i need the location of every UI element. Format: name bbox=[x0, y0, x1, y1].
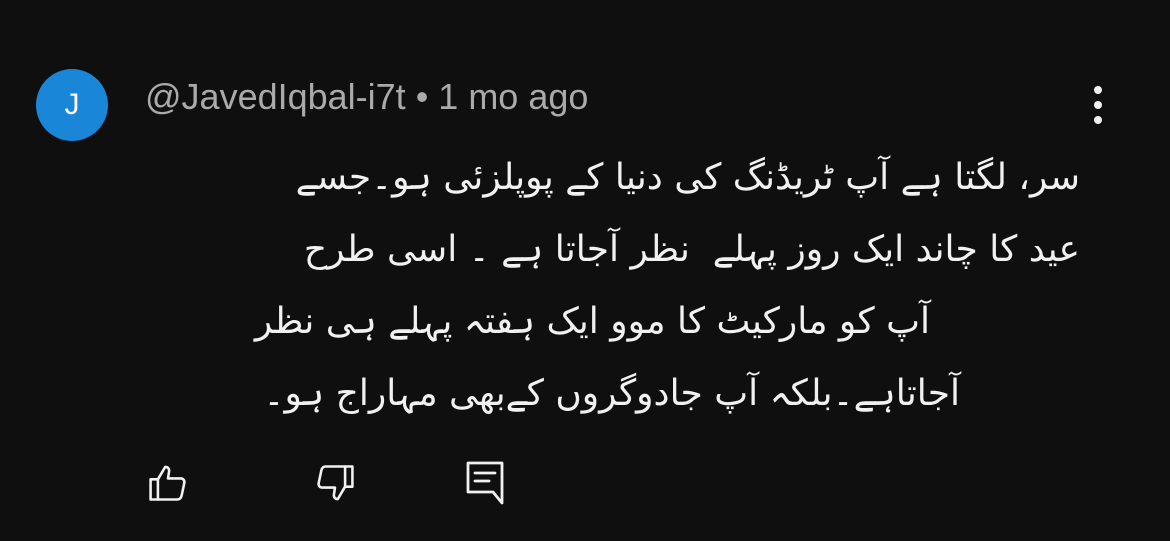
vertical-dots-icon bbox=[1093, 85, 1103, 125]
like-button[interactable] bbox=[145, 458, 191, 508]
comment-item: J @JavedIqbal-i7t • 1 mo ago سر، لگتا ہے آ… bbox=[0, 0, 1170, 541]
comment-text-line: آپ کو مارکیٹ کا موو ایک ہفتہ پہلے ہی نظر bbox=[254, 301, 930, 342]
thumbs-up-icon bbox=[146, 461, 190, 505]
comment-text-line: عید کا چاند ایک روز پہلے نظر آجاتا ہے ۔ … bbox=[303, 229, 1080, 270]
reply-comment-icon bbox=[465, 460, 505, 506]
meta-separator: • bbox=[415, 76, 429, 117]
thumbs-down-icon bbox=[313, 461, 357, 505]
reply-button[interactable] bbox=[462, 458, 508, 508]
comment-actions bbox=[145, 458, 545, 508]
comment-timestamp[interactable]: 1 mo ago bbox=[438, 76, 588, 117]
dislike-button[interactable] bbox=[312, 458, 358, 508]
comment-text-line: آجاتاہے۔بلکہ آپ جادوگروں کےبھی مہاراج ہو… bbox=[263, 373, 960, 414]
author-handle[interactable]: @JavedIqbal-i7t bbox=[145, 76, 406, 117]
comment-text-line: سر، لگتا ہے آپ ٹریڈنگ کی دنیا کے پوپلزئی… bbox=[295, 157, 1080, 198]
avatar[interactable]: J bbox=[36, 69, 108, 141]
comment-text: سر، لگتا ہے آپ ٹریڈنگ کی دنیا کے پوپلزئی… bbox=[145, 142, 1080, 430]
avatar-initial: J bbox=[64, 88, 80, 121]
more-options-button[interactable] bbox=[1080, 84, 1116, 126]
comment-header: @JavedIqbal-i7t • 1 mo ago bbox=[145, 73, 588, 121]
